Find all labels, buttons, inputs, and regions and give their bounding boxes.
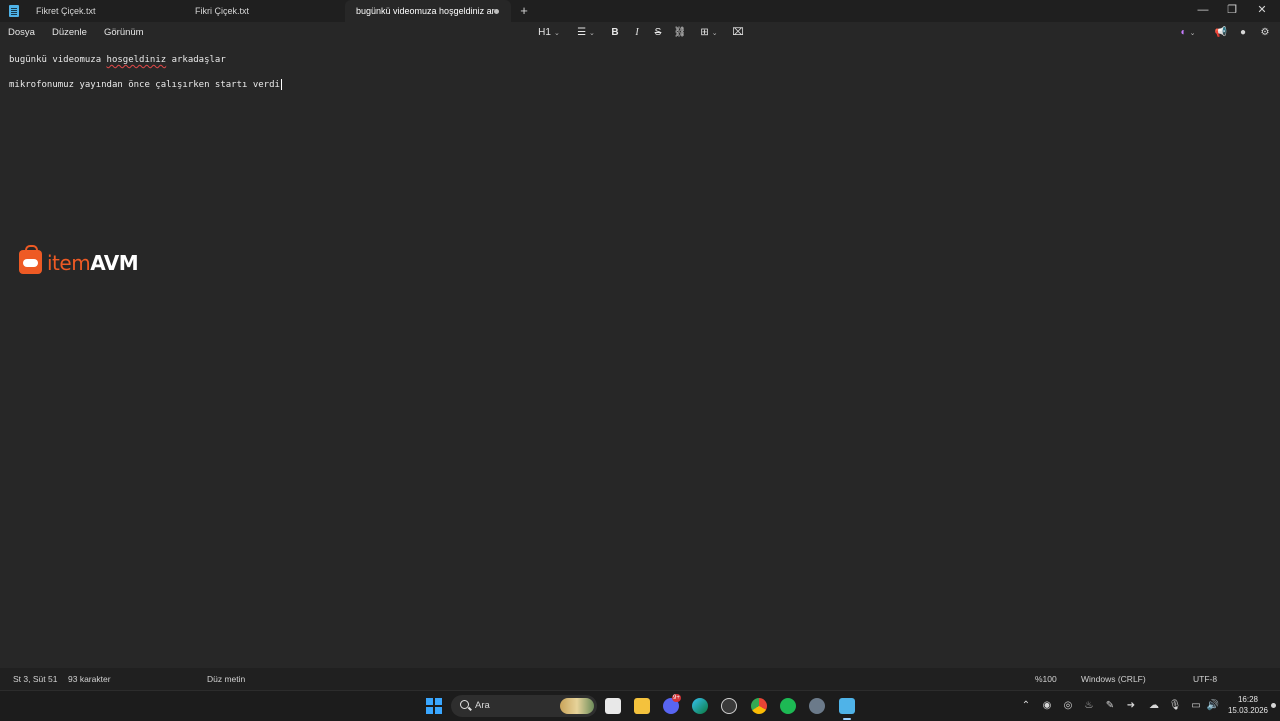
cloud-tray-icon[interactable]: ☁	[1147, 699, 1161, 713]
misspelled-word[interactable]: hosgeldiniz	[107, 55, 167, 65]
list-icon: ☰	[577, 27, 587, 38]
copilot-icon: ◐	[1180, 27, 1187, 38]
tab-label: bugünkü videomuza hoşgeldiniz ar	[356, 6, 495, 16]
chrome-icon[interactable]	[751, 698, 767, 714]
announcement-icon[interactable]: 📢	[1214, 26, 1228, 40]
text-editor[interactable]: bugünkü videomuza hosgeldiniz arkadaşlar…	[0, 44, 1280, 668]
line-1-text-before: bugünkü videomuza	[9, 55, 107, 65]
logo-text-item: item	[47, 251, 91, 275]
file-explorer-icon[interactable]	[634, 698, 650, 714]
menu-dosya[interactable]: Dosya	[8, 27, 35, 38]
bold-button[interactable]: B	[609, 26, 621, 40]
notepad-taskbar-icon[interactable]	[839, 698, 855, 720]
clock-date: 15.03.2026	[1227, 706, 1269, 715]
status-bar: St 3, Süt 51 93 karakter Düz metin %100 …	[0, 668, 1280, 690]
spotify-icon[interactable]	[780, 698, 796, 714]
notepad-app-icon	[9, 5, 19, 17]
clear-format-icon[interactable]: ⌧	[731, 26, 745, 40]
title-bar: Fikret Çiçek.txt Fikri Çiçek.txt bugünkü…	[0, 0, 1280, 22]
search-icon	[460, 700, 469, 709]
edge-browser-icon[interactable]	[692, 698, 708, 714]
tab-fikret-cicek[interactable]: Fikret Çiçek.txt	[25, 0, 185, 22]
settings-gear-icon[interactable]: ⚙	[1258, 26, 1272, 40]
tab-fikri-cicek[interactable]: Fikri Çiçek.txt	[184, 0, 344, 22]
format-mode[interactable]: Düz metin	[207, 674, 245, 684]
tab-label: Fikret Çiçek.txt	[36, 6, 96, 16]
arrow-tray-icon[interactable]: ➜	[1124, 699, 1138, 713]
volume-icon[interactable]: 🔊	[1206, 699, 1220, 713]
tab-label: Fikri Çiçek.txt	[195, 6, 249, 16]
copilot-dropdown[interactable]: ◐ ⌄	[1176, 26, 1200, 40]
account-avatar-icon[interactable]: ●	[1236, 26, 1250, 40]
task-view-icon[interactable]	[605, 698, 621, 714]
steam-like-app-icon[interactable]	[721, 698, 737, 714]
unsaved-dot-icon[interactable]	[494, 9, 499, 14]
text-caret	[280, 79, 282, 90]
logo-text-avm: AVM	[90, 251, 139, 275]
system-clock[interactable]: 16:28 15.03.2026	[1226, 694, 1270, 716]
notification-dot-icon[interactable]	[1271, 703, 1276, 708]
steam-tray-icon[interactable]: ♨	[1082, 699, 1096, 713]
discord-tray-icon[interactable]: ◉	[1040, 699, 1054, 713]
menu-gorunum[interactable]: Görünüm	[104, 27, 144, 38]
zoom-level[interactable]: %100	[1035, 674, 1057, 684]
taskbar: Ara 9+ ⌃ ◉ ◎ ♨ ✎ ➜ ☁ 🎙 ▭ 🔊 16:28 15.03.2…	[0, 690, 1280, 721]
menu-bar: Dosya Düzenle Görünüm H1 ⌄ ☰ ⌄ B I S ⛓ ⊞ ⌄ …	[0, 22, 1280, 44]
search-label: Ara	[475, 700, 490, 711]
discord-badge: 9+	[672, 694, 681, 702]
shopping-bag-logo-icon	[19, 245, 42, 274]
line-ending[interactable]: Windows (CRLF)	[1081, 674, 1146, 684]
chevron-up-icon[interactable]: ⌃	[1019, 699, 1033, 713]
line-1-text-after: arkadaşlar	[166, 55, 226, 65]
character-count: 93 karakter	[68, 674, 111, 684]
taskbar-search[interactable]: Ara	[451, 695, 597, 717]
minimize-button[interactable]: —	[1189, 0, 1217, 20]
chevron-down-icon: ⌄	[1189, 30, 1196, 37]
cursor-position: St 3, Süt 51	[13, 674, 58, 684]
chevron-down-icon: ⌄	[711, 30, 718, 37]
tab-current-document[interactable]: bugünkü videomuza hoşgeldiniz ar	[345, 0, 511, 22]
menu-duzenle[interactable]: Düzenle	[52, 27, 87, 38]
windows-start-icon[interactable]	[426, 698, 442, 714]
strikethrough-button[interactable]: S	[652, 26, 664, 40]
line-3-text: mikrofonumuz yayından önce çalışırken st…	[9, 80, 280, 90]
heading-label: H1	[538, 27, 551, 38]
link-icon[interactable]: ⛓	[673, 26, 687, 40]
app-tray-icon[interactable]: ◎	[1061, 699, 1075, 713]
chevron-down-icon: ⌄	[589, 30, 595, 37]
list-dropdown[interactable]: ☰ ⌄	[573, 26, 599, 40]
editor-line-3: mikrofonumuz yayından önce çalışırken st…	[9, 79, 282, 90]
encoding[interactable]: UTF-8	[1193, 674, 1217, 684]
clock-time: 16:28	[1237, 695, 1259, 704]
maximize-button[interactable]: ❐	[1218, 0, 1246, 20]
search-highlight-image	[560, 698, 594, 714]
microphone-icon[interactable]: 🎙	[1168, 699, 1182, 713]
logo-wordmark: itemAVM	[47, 251, 139, 275]
new-tab-button[interactable]: +	[517, 2, 531, 20]
settings-app-icon[interactable]	[809, 698, 825, 714]
heading-dropdown[interactable]: H1 ⌄	[536, 26, 562, 40]
editor-line-1: bugünkü videomuza hosgeldiniz arkadaşlar	[9, 55, 226, 65]
close-button[interactable]: ✕	[1248, 0, 1276, 20]
table-icon: ⊞	[700, 27, 709, 38]
pen-tray-icon[interactable]: ✎	[1103, 699, 1117, 713]
discord-icon[interactable]: 9+	[663, 694, 681, 714]
table-dropdown[interactable]: ⊞ ⌄	[696, 26, 722, 40]
italic-button[interactable]: I	[631, 26, 643, 40]
display-icon[interactable]: ▭	[1189, 699, 1203, 713]
chevron-down-icon: ⌄	[553, 30, 560, 37]
